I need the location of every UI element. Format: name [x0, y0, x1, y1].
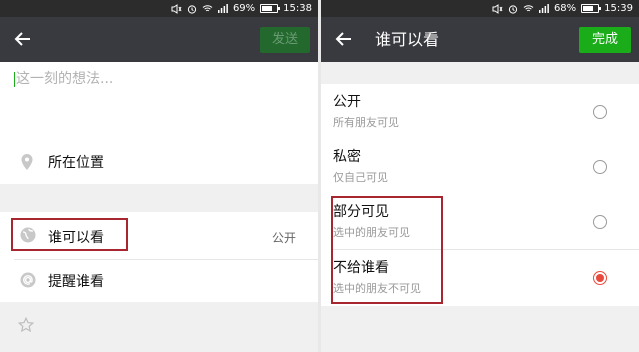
highlight-box — [11, 218, 128, 251]
signal-icon — [217, 4, 228, 13]
status-bar: 68% 15:39 — [321, 0, 639, 17]
post-moment-screen: 69% 15:38 发送 这一刻的想法... 所在位置 谁可以看 公开 提醒谁看 — [0, 0, 318, 352]
text-cursor — [14, 71, 15, 87]
alarm-icon — [508, 4, 518, 14]
at-sign-icon — [20, 272, 36, 292]
radio-unselected[interactable] — [593, 105, 607, 119]
battery-icon — [260, 4, 281, 13]
location-row[interactable]: 所在位置 — [0, 140, 318, 184]
mute-icon — [171, 3, 182, 14]
top-bar: 谁可以看 完成 — [321, 17, 639, 62]
wifi-icon — [523, 4, 534, 13]
clock-time: 15:38 — [283, 3, 312, 14]
remind-label: 提醒谁看 — [48, 274, 104, 290]
battery-icon — [581, 4, 602, 13]
back-arrow-icon[interactable] — [333, 28, 355, 50]
moment-text-input[interactable]: 这一刻的想法... — [14, 68, 304, 128]
bottom-area — [321, 306, 639, 352]
radio-unselected[interactable] — [593, 215, 607, 229]
wifi-icon — [202, 4, 213, 13]
done-button[interactable]: 完成 — [579, 27, 631, 53]
star-icon[interactable] — [17, 316, 35, 337]
highlight-box — [331, 196, 443, 304]
who-can-see-screen: 68% 15:39 谁可以看 完成 公开 所有朋友可见 私密 仅自己可见 部分可见 选中的… — [321, 0, 639, 352]
section-divider — [0, 184, 318, 212]
option-subtitle: 所有朋友可见 — [333, 116, 399, 129]
option-title: 公开 — [333, 94, 361, 110]
option-title: 私密 — [333, 149, 361, 165]
mute-icon — [492, 3, 503, 14]
bottom-area — [0, 302, 318, 352]
top-bar: 发送 — [0, 17, 318, 62]
location-pin-icon — [20, 153, 34, 175]
who-can-see-value: 公开 — [271, 231, 296, 245]
radio-selected[interactable] — [593, 271, 607, 285]
battery-percent: 69% — [232, 3, 256, 14]
alarm-icon — [187, 4, 197, 14]
send-button[interactable]: 发送 — [260, 27, 310, 53]
battery-percent: 68% — [553, 3, 577, 14]
signal-icon — [538, 4, 549, 13]
remind-row[interactable]: 提醒谁看 — [0, 260, 318, 302]
compose-placeholder: 这一刻的想法... — [16, 71, 114, 87]
visibility-option[interactable]: 公开 所有朋友可见 — [321, 84, 639, 140]
location-label: 所在位置 — [48, 155, 104, 171]
back-arrow-icon[interactable] — [12, 28, 34, 50]
header-gap — [321, 62, 639, 84]
visibility-option[interactable]: 私密 仅自己可见 — [321, 139, 639, 195]
status-bar: 69% 15:38 — [0, 0, 318, 17]
radio-unselected[interactable] — [593, 160, 607, 174]
page-title: 谁可以看 — [375, 30, 440, 49]
clock-time: 15:39 — [604, 3, 633, 14]
option-subtitle: 仅自己可见 — [333, 171, 388, 184]
